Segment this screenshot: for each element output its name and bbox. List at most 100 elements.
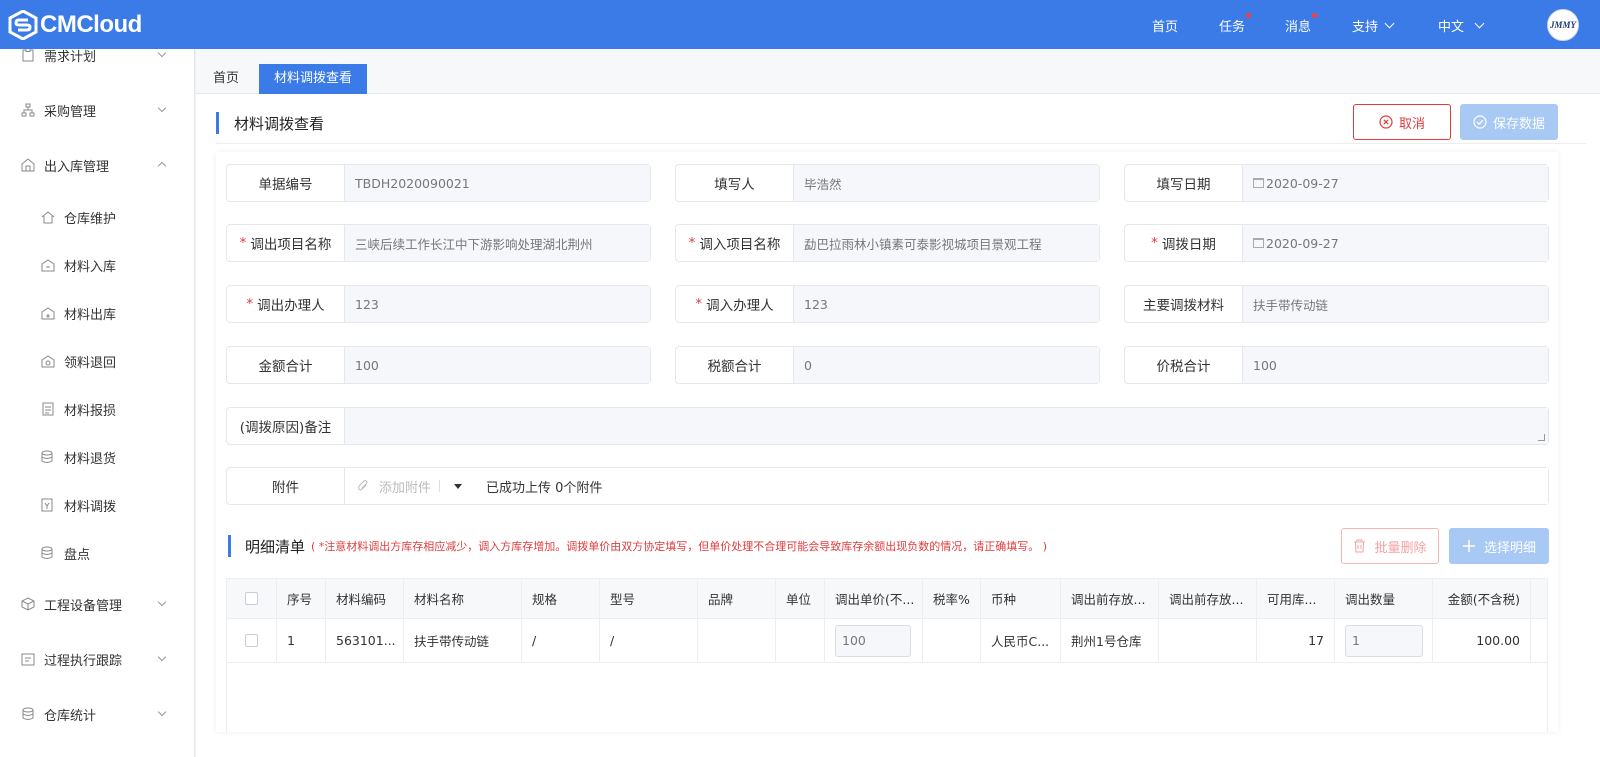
cell-model: / [600, 619, 698, 662]
chevron-down-icon [157, 103, 167, 113]
sidebar-item-damage[interactable]: 材料报损 [0, 397, 194, 421]
in-project-field: * 调入项目名称 勐巴拉雨林小镇素可泰影视城项目景观工程 [675, 224, 1100, 262]
nav-support[interactable]: 支持 [1352, 16, 1395, 35]
write-date-field: 填写日期 2020-09-27 [1124, 164, 1549, 202]
field-label: 税额合计 [676, 347, 794, 383]
sidebar-item-inout[interactable]: 出入库管理 [0, 153, 194, 177]
tab-transfer-view[interactable]: 材料调拨查看 [259, 64, 368, 94]
batch-delete-button[interactable]: 批量删除 [1341, 528, 1439, 564]
column-header[interactable]: 调出前存放... [1061, 579, 1159, 618]
sidebar-item-demand-plan[interactable]: 需求计划 [0, 49, 194, 67]
tax-total-input[interactable]: 0 [794, 347, 1099, 383]
sidebar-item-transfer[interactable]: 材料调拨 [0, 493, 194, 517]
column-header[interactable]: 品牌 [698, 579, 776, 618]
doc-no-field: 单据编号 TBDH2020090021 [226, 164, 651, 202]
field-label: 填写人 [676, 165, 794, 201]
main-material-input[interactable]: 扶手带传动链 [1243, 286, 1548, 322]
resize-handle[interactable] [1538, 434, 1545, 441]
writer-input[interactable]: 毕浩然 [794, 165, 1099, 201]
in-project-input[interactable]: 勐巴拉雨林小镇素可泰影视城项目景观工程 [794, 225, 1099, 261]
sidebar-item-label: 领料退回 [64, 355, 117, 371]
field-label: (调拨原因)备注 [227, 408, 345, 444]
table-row: 1 563101... 扶手带传动链 / / 100 人民币C... 荆州1号仓… [227, 619, 1547, 663]
column-header[interactable]: 币种 [981, 579, 1061, 618]
transfer-date-input[interactable]: 2020-09-27 [1243, 225, 1548, 261]
out-project-input[interactable]: 三峡后续工作长江中下游影响处理湖北荆州 [345, 225, 650, 261]
column-header[interactable]: 规格 [522, 579, 600, 618]
column-header[interactable]: 单位 [776, 579, 825, 618]
logo[interactable]: CMCloud [8, 9, 142, 41]
sidebar-item-equipment[interactable]: 工程设备管理 [0, 592, 194, 616]
add-attachment-button[interactable]: 添加附件 [357, 477, 431, 496]
clipboard-icon [20, 49, 36, 63]
row-checkbox[interactable] [245, 634, 258, 647]
nav-messages[interactable]: 消息 [1285, 13, 1318, 35]
field-label: 附件 [227, 468, 345, 504]
field-label: 主要调拨材料 [1125, 286, 1243, 322]
sidebar-item-statistics[interactable]: 仓库统计 [0, 702, 194, 726]
cancel-button[interactable]: 取消 [1353, 104, 1451, 140]
tab-bar: 首页 材料调拨查看 [196, 49, 1600, 94]
cell-qty: 1 [1335, 619, 1433, 662]
write-date-input[interactable]: 2020-09-27 [1243, 165, 1548, 201]
cell-code: 563101... [326, 619, 404, 662]
price-input[interactable]: 100 [835, 624, 911, 657]
doc-no-input[interactable]: TBDH2020090021 [345, 165, 650, 201]
writer-field: 填写人 毕浩然 [675, 164, 1100, 202]
cell-name: 扶手带传动链 [404, 619, 522, 662]
sidebar-item-label: 过程执行跟踪 [44, 653, 123, 669]
caret-down-icon[interactable] [454, 483, 463, 489]
language-select[interactable]: 中文 [1438, 16, 1485, 35]
sidebar: 需求计划 采购管理 出入库管理 仓库维护 材料入库 材料出库 领料退回 材料报损… [0, 49, 195, 757]
sidebar-item-stock-out[interactable]: 材料出库 [0, 301, 194, 325]
coins-icon [40, 449, 56, 465]
select-all-checkbox[interactable] [245, 592, 258, 605]
qty-input[interactable]: 1 [1345, 624, 1423, 657]
nav-home[interactable]: 首页 [1152, 16, 1178, 35]
sidebar-item-tracking[interactable]: 过程执行跟踪 [0, 647, 194, 671]
cell-store-before-2 [1159, 619, 1257, 662]
save-label: 保存数据 [1492, 116, 1545, 132]
save-button[interactable]: 保存数据 [1460, 104, 1558, 140]
column-header[interactable]: 材料编码 [326, 579, 404, 618]
nav-home-label: 首页 [1152, 20, 1179, 35]
cell-spec: / [522, 619, 600, 662]
nav-tasks[interactable]: 任务 [1219, 13, 1252, 35]
amount-total-input[interactable]: 100 [345, 347, 650, 383]
sidebar-item-inventory[interactable]: 盘点 [0, 541, 194, 565]
logo-text: CMCloud [40, 11, 142, 38]
column-header[interactable]: 金额(不含税) [1433, 579, 1531, 618]
column-header[interactable]: 调出数量 [1335, 579, 1433, 618]
column-header[interactable]: 材料名称 [404, 579, 522, 618]
sidebar-item-label: 材料报损 [64, 403, 117, 419]
tab-home[interactable]: 首页 [198, 64, 254, 94]
cell-amount: 100.00 [1433, 619, 1531, 662]
field-label: 金额合计 [227, 347, 345, 383]
select-detail-button[interactable]: 选择明细 [1449, 528, 1549, 564]
sidebar-item-stock-in[interactable]: 材料入库 [0, 253, 194, 277]
column-header[interactable]: 序号 [277, 579, 326, 618]
sidebar-item-label: 材料调拨 [64, 499, 117, 515]
column-header[interactable]: 调出单价(不... [825, 579, 923, 618]
price-tax-total-input[interactable]: 100 [1243, 347, 1548, 383]
nav-support-label: 支持 [1352, 20, 1379, 35]
page-title: 材料调拨查看 [234, 115, 325, 133]
attachment-status: 已成功上传 0个附件 [486, 480, 603, 496]
in-handler-input[interactable]: 123 [794, 286, 1099, 322]
remark-textarea[interactable] [345, 408, 1548, 444]
sidebar-item-goods-return[interactable]: 材料退货 [0, 445, 194, 469]
column-header[interactable]: 可用库... [1257, 579, 1335, 618]
select-detail-label: 选择明细 [1483, 540, 1536, 556]
notification-dot [1312, 13, 1318, 18]
avatar[interactable]: JMMY [1547, 9, 1579, 41]
out-handler-input[interactable]: 123 [345, 286, 650, 322]
column-header[interactable]: 调出前存放... [1159, 579, 1257, 618]
required-mark: * [688, 235, 696, 251]
required-mark: * [246, 296, 254, 312]
column-header[interactable]: 型号 [600, 579, 698, 618]
required-mark: * [695, 296, 703, 312]
column-header[interactable]: 税率% [923, 579, 981, 618]
sidebar-item-purchase[interactable]: 采购管理 [0, 98, 194, 122]
sidebar-item-warehouse-maint[interactable]: 仓库维护 [0, 205, 194, 229]
sidebar-item-return[interactable]: 领料退回 [0, 349, 194, 373]
